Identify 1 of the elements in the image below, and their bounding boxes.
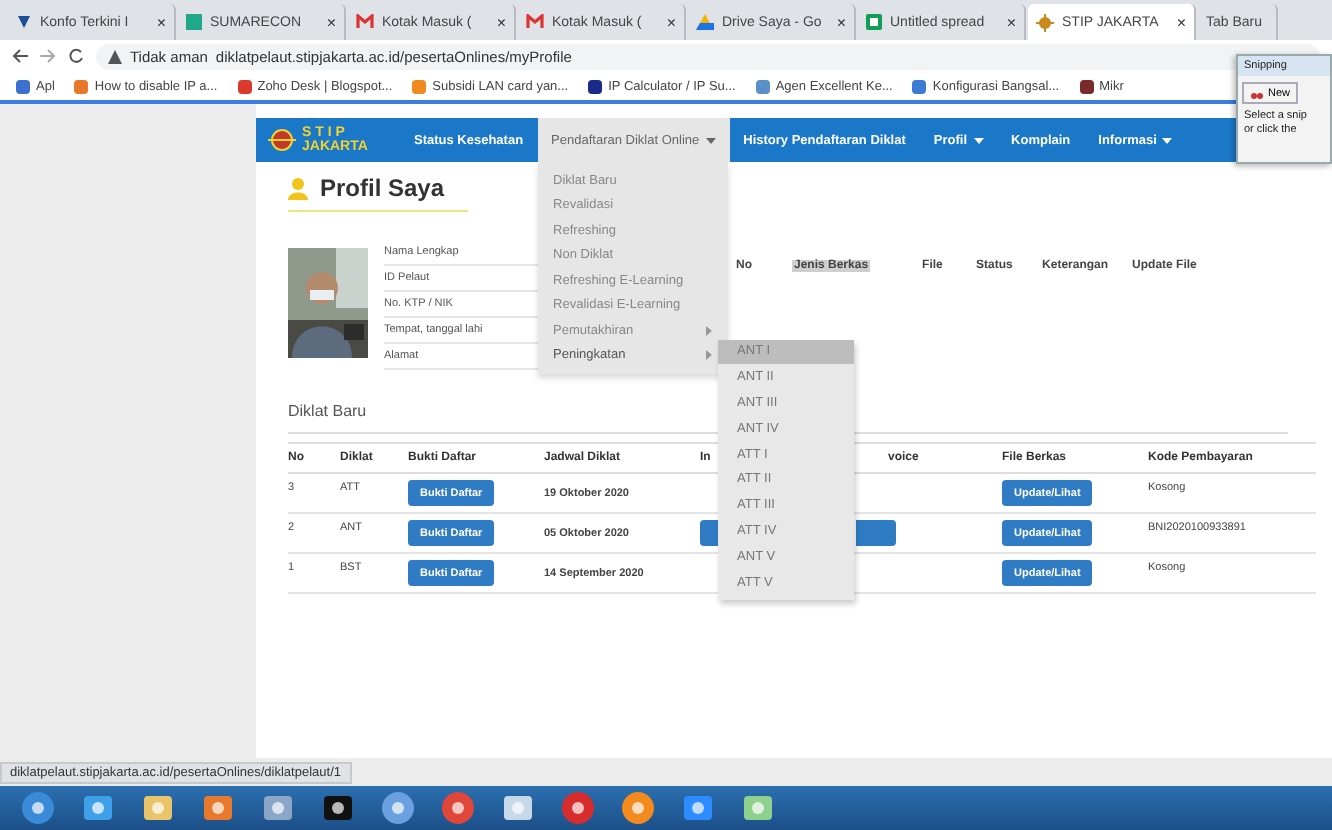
- page-title: Profil Saya: [288, 174, 468, 212]
